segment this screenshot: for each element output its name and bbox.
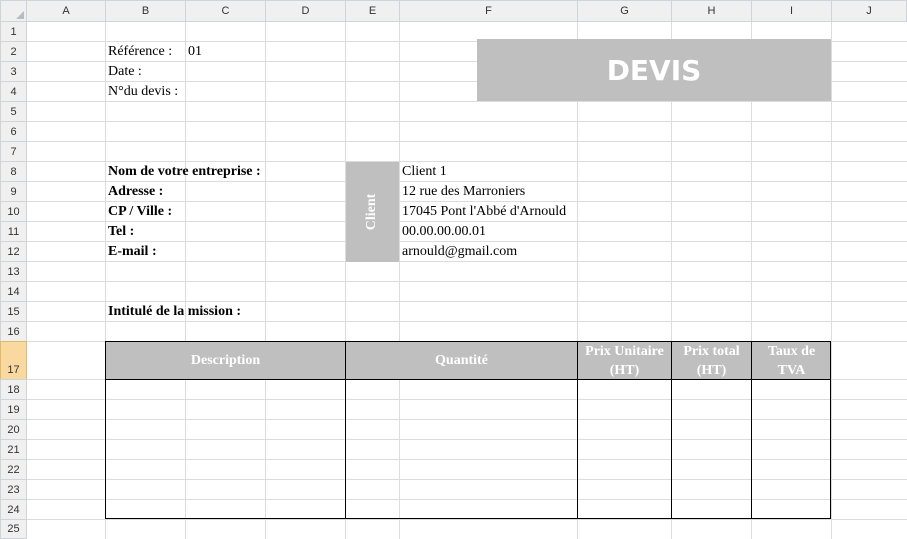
column-header-b[interactable]: B (105, 0, 186, 22)
column-header-h[interactable]: H (671, 0, 752, 22)
row-header-22[interactable]: 22 (0, 459, 27, 480)
row-header-20[interactable]: 20 (0, 419, 27, 440)
row-header-15[interactable]: 15 (0, 301, 27, 322)
table-divider-2 (577, 341, 578, 519)
company-address-label[interactable]: Adresse : (108, 182, 163, 202)
prix-unitaire-line1: Prix Unitaire (585, 344, 664, 359)
table-header-taux-tva[interactable]: Taux de TVA (752, 342, 831, 380)
client-cp-ville[interactable]: 17045 Pont l'Abbé d'Arnould (402, 202, 566, 222)
company-tel-label[interactable]: Tel : (108, 222, 134, 242)
row-header-16[interactable]: 16 (0, 321, 27, 342)
column-header-f[interactable]: F (399, 0, 578, 22)
row-header-17[interactable]: 17 (0, 341, 27, 380)
row-header-10[interactable]: 10 (0, 201, 27, 222)
row-header-5[interactable]: 5 (0, 101, 27, 122)
table-header-divider (105, 379, 831, 380)
quantite-header-label: Quantité (435, 353, 488, 368)
table-header-prix-total[interactable]: Prix total (HT) (672, 342, 752, 380)
row-header-19[interactable]: 19 (0, 399, 27, 420)
row-header-25[interactable]: 25 (0, 519, 27, 539)
client-tel[interactable]: 00.00.00.00.01 (402, 222, 486, 242)
select-all-corner[interactable] (0, 0, 27, 22)
client-label: Client (364, 193, 379, 231)
table-divider-4 (751, 341, 752, 519)
row-header-2[interactable]: 2 (0, 41, 27, 62)
devis-title: DEVIS (606, 53, 702, 87)
row-header-13[interactable]: 13 (0, 261, 27, 282)
select-all-triangle-icon (16, 11, 24, 19)
table-divider-1 (345, 341, 346, 519)
row-header-18[interactable]: 18 (0, 379, 27, 400)
client-address[interactable]: 12 rue des Marroniers (402, 182, 525, 202)
row-header-1[interactable]: 1 (0, 21, 27, 42)
row-header-7[interactable]: 7 (0, 141, 27, 162)
company-cp-ville-label[interactable]: CP / Ville : (108, 202, 172, 222)
prix-total-line1: Prix total (683, 344, 740, 359)
row-header-21[interactable]: 21 (0, 439, 27, 460)
reference-label[interactable]: Référence : (108, 42, 172, 62)
prix-unitaire-line2: (HT) (609, 363, 640, 378)
column-header-e[interactable]: E (345, 0, 400, 22)
column-header-i[interactable]: I (751, 0, 832, 22)
table-header-description[interactable]: Description (106, 342, 346, 380)
row-header-8[interactable]: 8 (0, 161, 27, 182)
row-header-12[interactable]: 12 (0, 241, 27, 262)
taux-tva-line1: Taux de (767, 344, 816, 359)
column-header-c[interactable]: C (185, 0, 266, 22)
company-name-label[interactable]: Nom de votre entreprise : (108, 162, 261, 182)
prix-total-line2: (HT) (696, 363, 727, 378)
client-email[interactable]: arnould@gmail.com (402, 242, 517, 262)
description-header-label: Description (190, 353, 261, 368)
date-label[interactable]: Date : (108, 62, 142, 82)
row-header-11[interactable]: 11 (0, 221, 27, 242)
reference-value[interactable]: 01 (188, 42, 202, 62)
table-header-quantite[interactable]: Quantité (346, 342, 578, 380)
row-header-23[interactable]: 23 (0, 479, 27, 500)
column-header-j[interactable]: J (831, 0, 907, 22)
row-header-24[interactable]: 24 (0, 499, 27, 520)
company-email-label[interactable]: E-mail : (108, 242, 157, 262)
devis-title-banner[interactable]: DEVIS (477, 39, 831, 101)
table-header-prix-unitaire[interactable]: Prix Unitaire (HT) (578, 342, 672, 380)
column-header-d[interactable]: D (265, 0, 346, 22)
column-header-a[interactable]: A (26, 0, 106, 22)
row-header-14[interactable]: 14 (0, 281, 27, 302)
taux-tva-line2: TVA (777, 363, 806, 378)
table-divider-3 (671, 341, 672, 519)
devis-number-label[interactable]: N°du devis : (108, 82, 178, 102)
row-header-3[interactable]: 3 (0, 61, 27, 82)
mission-label[interactable]: Intitulé de la mission : (108, 302, 241, 322)
client-name[interactable]: Client 1 (402, 162, 447, 182)
row-header-9[interactable]: 9 (0, 181, 27, 202)
row-header-6[interactable]: 6 (0, 121, 27, 142)
column-header-g[interactable]: G (577, 0, 672, 22)
row-header-4[interactable]: 4 (0, 81, 27, 102)
